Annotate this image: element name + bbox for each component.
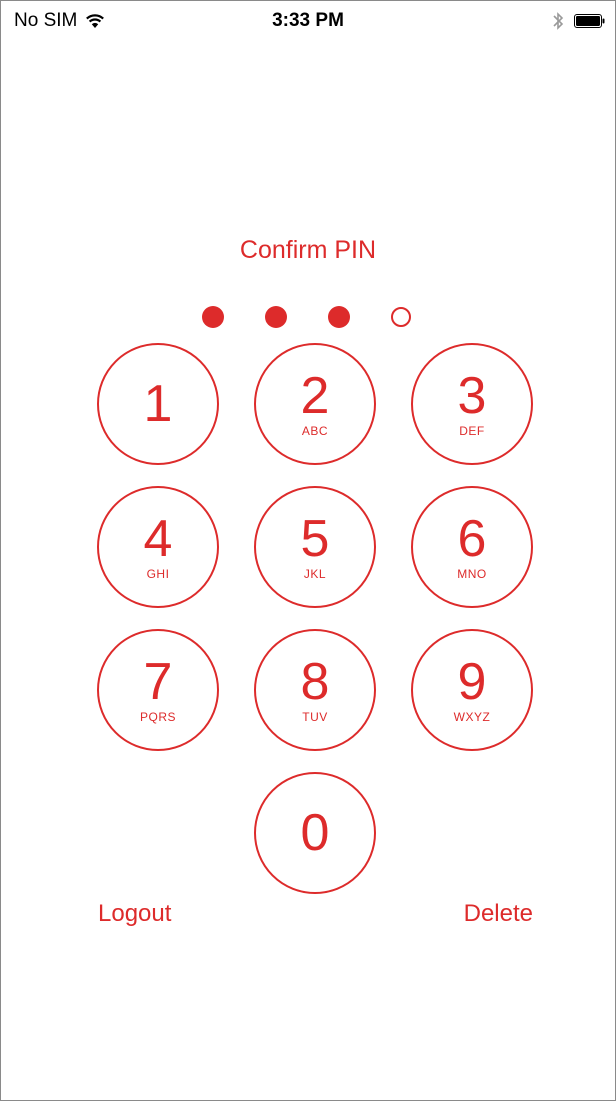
- page-title: Confirm PIN: [239, 236, 377, 264]
- key-digit: 9: [457, 653, 487, 711]
- pin-indicator: [0, 306, 616, 328]
- key-3[interactable]: 3 DEF: [411, 343, 533, 465]
- key-digit: 2: [300, 367, 330, 425]
- key-1[interactable]: 1: [97, 343, 219, 465]
- bluetooth-icon: [552, 11, 564, 31]
- key-7[interactable]: 7 PQRS: [97, 629, 219, 751]
- pin-dot-filled: [264, 306, 287, 328]
- key-0[interactable]: 0: [254, 772, 376, 894]
- pin-dot-filled: [201, 306, 224, 328]
- key-6[interactable]: 6 MNO: [411, 486, 533, 608]
- key-digit: 1: [143, 375, 173, 433]
- key-digit: 8: [300, 653, 330, 711]
- battery-icon: [574, 13, 606, 29]
- key-letters: PQRS: [139, 710, 176, 724]
- key-letters: JKL: [303, 567, 327, 581]
- key-digit: 0: [300, 804, 330, 862]
- key-digit: 7: [143, 653, 173, 711]
- pin-dot-empty: [390, 307, 411, 327]
- status-right-group: [552, 11, 606, 31]
- key-4[interactable]: 4 GHI: [97, 486, 219, 608]
- key-digit: 6: [457, 510, 487, 568]
- key-5[interactable]: 5 JKL: [254, 486, 376, 608]
- key-letters: DEF: [459, 424, 485, 438]
- key-digit: 4: [143, 510, 173, 568]
- key-digit: 3: [457, 367, 487, 425]
- key-digit: 5: [300, 510, 330, 568]
- key-letters: MNO: [457, 567, 487, 581]
- status-bar: No SIM 3:33 PM: [0, 0, 616, 40]
- logout-button[interactable]: Logout: [98, 900, 171, 928]
- key-8[interactable]: 8 TUV: [254, 629, 376, 751]
- key-letters: WXYZ: [453, 710, 491, 724]
- status-time: 3:33 PM: [272, 10, 344, 31]
- key-2[interactable]: 2 ABC: [254, 343, 376, 465]
- pin-dot-filled: [327, 306, 350, 328]
- key-letters: GHI: [146, 567, 170, 581]
- delete-button[interactable]: Delete: [464, 900, 533, 928]
- key-letters: TUV: [302, 710, 328, 724]
- key-letters: ABC: [301, 424, 329, 438]
- key-9[interactable]: 9 WXYZ: [411, 629, 533, 751]
